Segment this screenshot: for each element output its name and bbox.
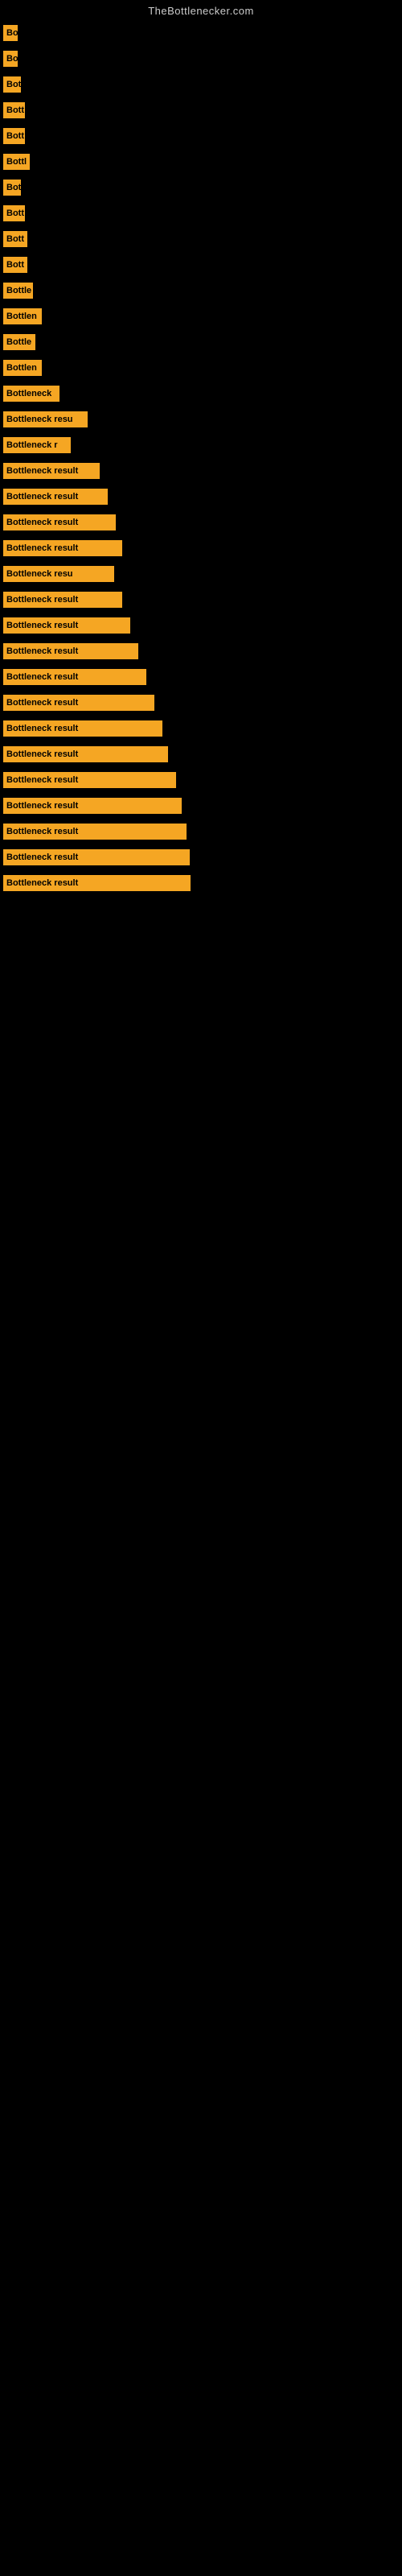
- list-item: Bottl: [0, 149, 402, 175]
- bar-label: Bott: [3, 205, 25, 221]
- list-item: Bottleneck resu: [0, 561, 402, 587]
- list-item: Bottleneck result: [0, 484, 402, 510]
- bar-label: Bottleneck result: [3, 720, 162, 737]
- bar-label: Bottleneck result: [3, 875, 191, 891]
- list-item: Bottleneck result: [0, 638, 402, 664]
- list-item: Bottleneck result: [0, 741, 402, 767]
- list-item: Bot: [0, 175, 402, 200]
- bar-label: Bott: [3, 128, 25, 144]
- list-item: Bottleneck result: [0, 844, 402, 870]
- bar-label: Bottleneck result: [3, 772, 176, 788]
- list-item: Bo: [0, 20, 402, 46]
- bar-label: Bo: [3, 25, 18, 41]
- bar-label: Bottleneck result: [3, 643, 138, 659]
- list-item: Bottlen: [0, 355, 402, 381]
- list-item: Bottleneck r: [0, 432, 402, 458]
- bar-label: Bottleneck result: [3, 824, 187, 840]
- list-item: Bott: [0, 252, 402, 278]
- list-item: Bottleneck result: [0, 716, 402, 741]
- list-item: Bottlen: [0, 303, 402, 329]
- bar-label: Bottleneck result: [3, 514, 116, 530]
- bar-label: Bott: [3, 257, 27, 273]
- site-title: TheBottlenecker.com: [0, 0, 402, 20]
- list-item: Bott: [0, 123, 402, 149]
- list-item: Bottleneck result: [0, 690, 402, 716]
- bar-label: Bottleneck result: [3, 849, 190, 865]
- bar-label: Bottle: [3, 334, 35, 350]
- list-item: Bottleneck result: [0, 458, 402, 484]
- list-item: Bottleneck result: [0, 664, 402, 690]
- list-item: Bottleneck result: [0, 613, 402, 638]
- list-item: Bottleneck result: [0, 793, 402, 819]
- bar-label: Bot: [3, 76, 21, 93]
- list-item: Bottleneck result: [0, 870, 402, 896]
- bar-label: Bot: [3, 180, 21, 196]
- list-item: Bottleneck: [0, 381, 402, 407]
- bar-label: Bottleneck result: [3, 746, 168, 762]
- bar-label: Bottleneck result: [3, 695, 154, 711]
- list-item: Bott: [0, 226, 402, 252]
- bar-label: Bottlen: [3, 360, 42, 376]
- list-item: Bot: [0, 72, 402, 97]
- list-item: Bottle: [0, 278, 402, 303]
- list-item: Bottle: [0, 329, 402, 355]
- bar-label: Bottle: [3, 283, 33, 299]
- bar-label: Bottleneck result: [3, 798, 182, 814]
- bar-label: Bottlen: [3, 308, 42, 324]
- bar-label: Bottl: [3, 154, 30, 170]
- bar-label: Bottleneck result: [3, 540, 122, 556]
- bar-label: Bottleneck result: [3, 463, 100, 479]
- bars-container: Bo Bo Bot Bott Bott Bottl Bot Bott Bott Bott Bottl…: [0, 20, 402, 896]
- bar-label: Bottleneck resu: [3, 411, 88, 427]
- bar-label: Bottleneck result: [3, 489, 108, 505]
- bar-label: Bottleneck result: [3, 669, 146, 685]
- bar-label: Bottleneck result: [3, 617, 130, 634]
- list-item: Bott: [0, 200, 402, 226]
- bar-label: Bottleneck result: [3, 592, 122, 608]
- bar-label: Bottleneck: [3, 386, 59, 402]
- bar-label: Bott: [3, 231, 27, 247]
- list-item: Bott: [0, 97, 402, 123]
- bar-label: Bott: [3, 102, 25, 118]
- list-item: Bottleneck result: [0, 767, 402, 793]
- list-item: Bottleneck result: [0, 819, 402, 844]
- bar-label: Bottleneck resu: [3, 566, 114, 582]
- list-item: Bottleneck resu: [0, 407, 402, 432]
- bar-label: Bo: [3, 51, 18, 67]
- list-item: Bottleneck result: [0, 510, 402, 535]
- list-item: Bo: [0, 46, 402, 72]
- bar-label: Bottleneck r: [3, 437, 71, 453]
- list-item: Bottleneck result: [0, 587, 402, 613]
- list-item: Bottleneck result: [0, 535, 402, 561]
